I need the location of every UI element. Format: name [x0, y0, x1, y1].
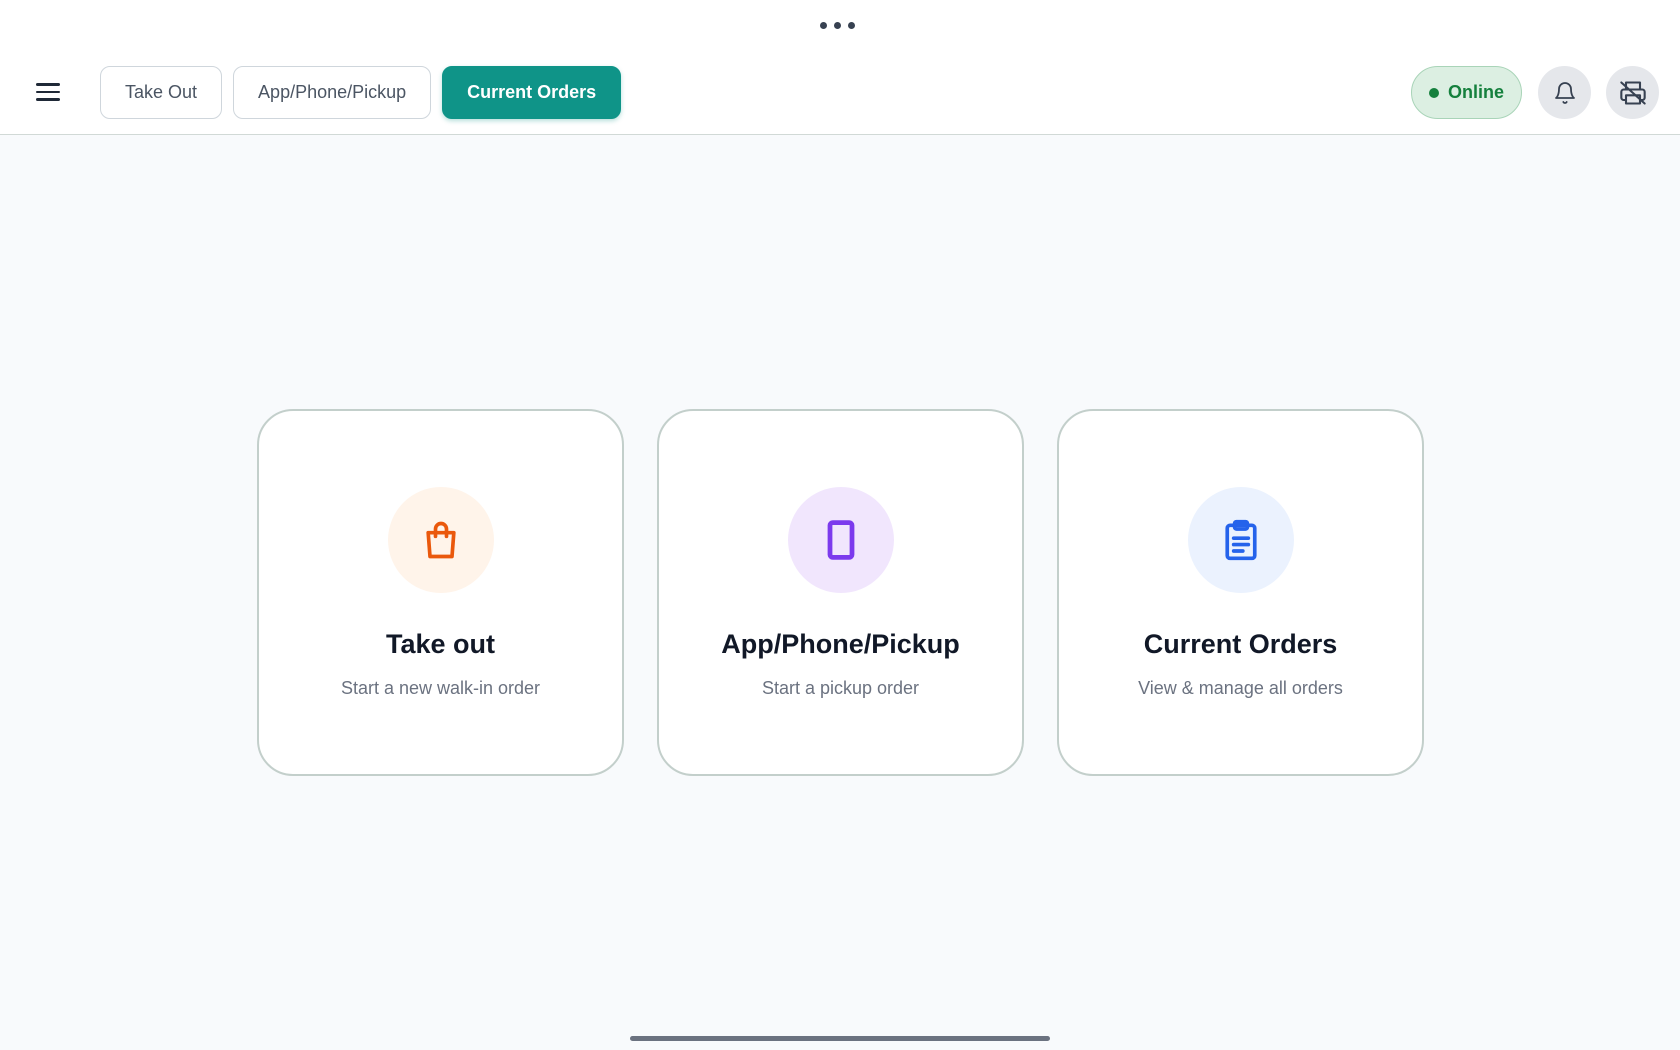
status-label: Online [1447, 82, 1504, 102]
bell-icon [1554, 81, 1575, 104]
online-status-badge[interactable]: Online [1411, 66, 1522, 119]
current-orders-subtitle: View & manage all orders [1138, 678, 1343, 698]
smartphone-icon [827, 520, 854, 560]
orders-icon-circle [1187, 487, 1294, 593]
pickup-icon-circle [787, 487, 894, 593]
take-out-card[interactable]: Take out Start a new walk-in order [257, 409, 624, 776]
current-orders-title: Current Orders [1143, 629, 1338, 659]
take-out-subtitle: Start a new walk-in order [340, 678, 541, 698]
tab-take-out[interactable]: Take Out [100, 66, 223, 119]
printer-off-icon [1619, 80, 1646, 105]
app-phone-pickup-subtitle: Start a pickup order [761, 678, 920, 698]
notifications-button[interactable] [1538, 66, 1591, 119]
shopping-bag-icon [425, 521, 456, 559]
app-phone-pickup-title: App/Phone/Pickup [721, 629, 960, 659]
current-orders-card[interactable]: Current Orders View & manage all orders [1057, 409, 1424, 776]
tab-current-orders[interactable]: Current Orders [442, 66, 622, 119]
order-options: Take out Start a new walk-in order App/P… [257, 409, 1424, 776]
tab-app-phone-pickup[interactable]: App/Phone/Pickup [233, 66, 432, 119]
order-type-tabs: Take Out App/Phone/Pickup Current Orders [100, 66, 622, 119]
app-phone-pickup-card[interactable]: App/Phone/Pickup Start a pickup order [657, 409, 1024, 776]
clipboard-icon [1224, 519, 1257, 561]
home-indicator[interactable] [630, 1036, 1050, 1041]
menu-icon[interactable] [36, 78, 68, 106]
printer-button[interactable] [1606, 66, 1659, 119]
top-bar: Take Out App/Phone/Pickup Current Orders… [0, 0, 1680, 135]
drag-handle[interactable] [820, 22, 855, 29]
take-out-title: Take out [385, 629, 495, 659]
status-dot [1428, 87, 1439, 98]
take-out-icon-circle [387, 487, 494, 593]
